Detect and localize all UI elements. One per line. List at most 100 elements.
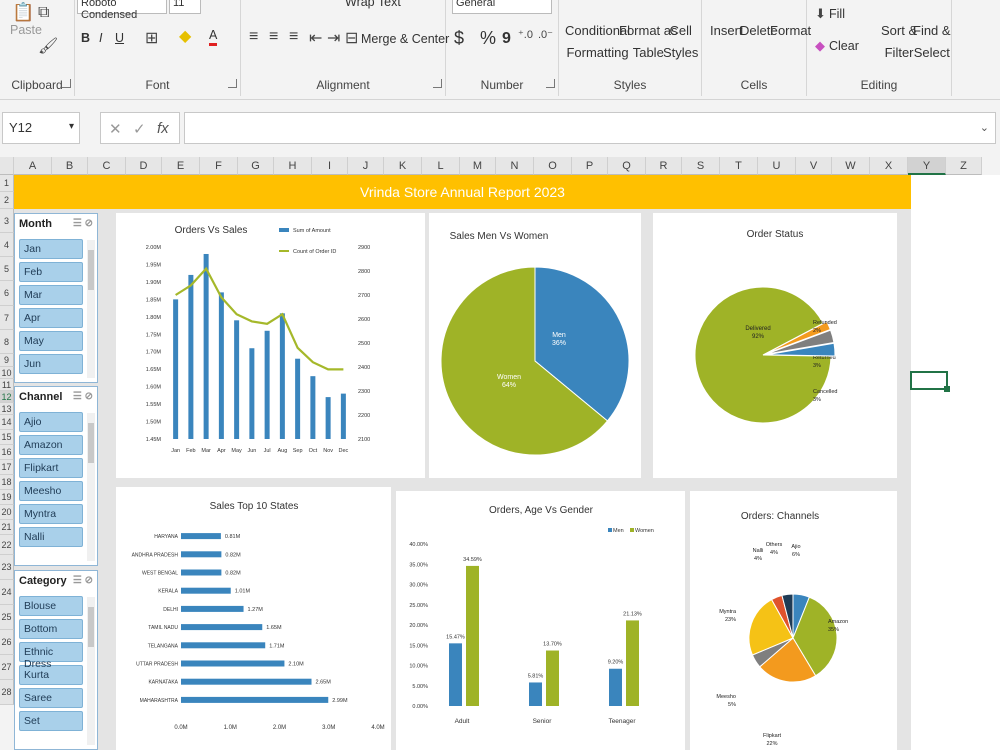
row-header-22[interactable]: 22: [0, 535, 14, 555]
scroll-thumb[interactable]: [88, 423, 94, 463]
sort-filter-button[interactable]: Sort & Filter: [881, 20, 917, 64]
bold-button[interactable]: B: [81, 28, 90, 49]
orders-vs-sales-card[interactable]: Orders Vs Sales Sum of Amount Count of Ord…: [116, 213, 425, 478]
find-select-button[interactable]: Find & Select: [913, 20, 951, 64]
slicer-item[interactable]: Jun: [19, 354, 83, 374]
row-header-24[interactable]: 24: [0, 580, 14, 605]
column-header-e[interactable]: E: [162, 157, 200, 175]
chevron-down-icon[interactable]: ▾: [69, 121, 74, 132]
row-header-13[interactable]: 13: [0, 403, 14, 415]
row-header-3[interactable]: 3: [0, 209, 14, 233]
row-header-6[interactable]: 6: [0, 281, 14, 306]
row-header-4[interactable]: 4: [0, 233, 14, 257]
slicer-item[interactable]: Amazon: [19, 435, 83, 455]
percent-button[interactable]: %: [480, 28, 496, 49]
row-header-21[interactable]: 21: [0, 520, 14, 535]
number-launcher-icon[interactable]: [546, 79, 555, 88]
row-header-14[interactable]: 14: [0, 415, 14, 430]
row-header-28[interactable]: 28: [0, 680, 14, 705]
slicer-item[interactable]: Saree: [19, 688, 83, 708]
italic-button[interactable]: I: [99, 28, 102, 49]
increase-indent-icon[interactable]: ⇥: [327, 28, 340, 48]
slicer-item[interactable]: Feb: [19, 262, 83, 282]
row-header-23[interactable]: 23: [0, 555, 14, 580]
row-header-7[interactable]: 7: [0, 306, 14, 330]
column-header-m[interactable]: M: [460, 157, 496, 175]
column-header-y[interactable]: Y: [908, 157, 946, 175]
clipboard-launcher-icon[interactable]: [62, 79, 71, 88]
slicer-item[interactable]: Meesho: [19, 481, 83, 501]
font-name-combo[interactable]: Roboto Condensed: [77, 0, 167, 21]
age-gender-card[interactable]: Orders, Age Vs Gender Men Women 40.00% 35.00…: [396, 491, 685, 750]
row-header-9[interactable]: 9: [0, 354, 14, 367]
column-header-q[interactable]: Q: [608, 157, 646, 175]
row-header-2[interactable]: 2: [0, 192, 14, 209]
formula-input[interactable]: ⌄: [184, 112, 996, 144]
row-header-8[interactable]: 8: [0, 330, 14, 354]
slicer-scrollbar[interactable]: [87, 413, 95, 561]
expand-formula-icon[interactable]: ⌄: [980, 121, 989, 134]
row-header-5[interactable]: 5: [0, 257, 14, 281]
scroll-thumb[interactable]: [88, 250, 94, 290]
column-header-l[interactable]: L: [422, 157, 460, 175]
increase-decimal-icon[interactable]: ⁺.0: [518, 28, 533, 41]
clear-filter-icon[interactable]: ☰ ⊘: [73, 575, 93, 586]
format-painter-icon[interactable]: 🖌: [38, 36, 58, 56]
merge-center-button[interactable]: Merge & Center: [361, 29, 449, 50]
slicer-item[interactable]: Apr: [19, 308, 83, 328]
row-header-12[interactable]: 12: [0, 391, 14, 403]
alignment-launcher-icon[interactable]: [433, 79, 442, 88]
clear-button[interactable]: Clear: [829, 36, 859, 57]
column-header-k[interactable]: K: [384, 157, 422, 175]
row-header-17[interactable]: 17: [0, 460, 14, 475]
clear-filter-icon[interactable]: ☰ ⊘: [73, 391, 93, 402]
slicer-item[interactable]: Blouse: [19, 596, 83, 616]
sales-men-women-card[interactable]: Sales Men Vs Women Men 36% Women 64%: [429, 213, 641, 478]
column-header-i[interactable]: I: [312, 157, 348, 175]
insert-function-icon[interactable]: fx: [157, 120, 169, 137]
row-header-26[interactable]: 26: [0, 630, 14, 655]
number-format-combo[interactable]: General: [452, 0, 552, 14]
column-header-c[interactable]: C: [88, 157, 126, 175]
font-launcher-icon[interactable]: [228, 79, 237, 88]
row-header-1[interactable]: 1: [0, 175, 14, 192]
row-header-19[interactable]: 19: [0, 490, 14, 505]
insert-button[interactable]: Insert: [710, 20, 743, 42]
column-header-u[interactable]: U: [758, 157, 796, 175]
orders-channels-card[interactable]: Orders: Channels Ajio 6% Amazon 35% Flipkart 2…: [690, 491, 897, 750]
merge-center-icon[interactable]: ⊟: [345, 28, 358, 48]
row-header-16[interactable]: 16: [0, 445, 14, 460]
column-header-w[interactable]: W: [832, 157, 870, 175]
column-header-p[interactable]: P: [572, 157, 608, 175]
column-header-f[interactable]: F: [200, 157, 238, 175]
column-header-h[interactable]: H: [274, 157, 312, 175]
select-all-corner[interactable]: [0, 157, 14, 175]
align-right-icon[interactable]: ≡: [289, 28, 298, 46]
column-header-t[interactable]: T: [720, 157, 758, 175]
align-left-icon[interactable]: ≡: [249, 28, 258, 46]
column-header-j[interactable]: J: [348, 157, 384, 175]
decrease-indent-icon[interactable]: ⇤: [309, 28, 322, 48]
align-center-icon[interactable]: ≡: [269, 28, 278, 46]
underline-button[interactable]: U: [115, 28, 124, 49]
slicer-item[interactable]: Flipkart: [19, 458, 83, 478]
cancel-icon[interactable]: ✕: [109, 120, 122, 138]
format-button[interactable]: Format: [770, 20, 811, 42]
comma-button[interactable]: 9: [502, 28, 511, 49]
slicer-scrollbar[interactable]: [87, 240, 95, 378]
font-size-combo[interactable]: 11: [169, 0, 201, 14]
selected-cell[interactable]: [910, 371, 950, 392]
cell-styles-button[interactable]: Cell Styles: [663, 20, 698, 64]
slicer-item[interactable]: Ajio: [19, 412, 83, 432]
column-header-d[interactable]: D: [126, 157, 162, 175]
row-header-27[interactable]: 27: [0, 655, 14, 680]
column-header-x[interactable]: X: [870, 157, 908, 175]
copy-icon[interactable]: ⧉: [38, 4, 49, 22]
scroll-thumb[interactable]: [88, 607, 94, 647]
fill-button[interactable]: Fill: [829, 4, 845, 25]
column-header-b[interactable]: B: [52, 157, 88, 175]
slicer-item[interactable]: Myntra: [19, 504, 83, 524]
slicer-item[interactable]: Jan: [19, 239, 83, 259]
decrease-decimal-icon[interactable]: .0⁻: [538, 28, 553, 41]
enter-icon[interactable]: ✓: [133, 120, 146, 138]
